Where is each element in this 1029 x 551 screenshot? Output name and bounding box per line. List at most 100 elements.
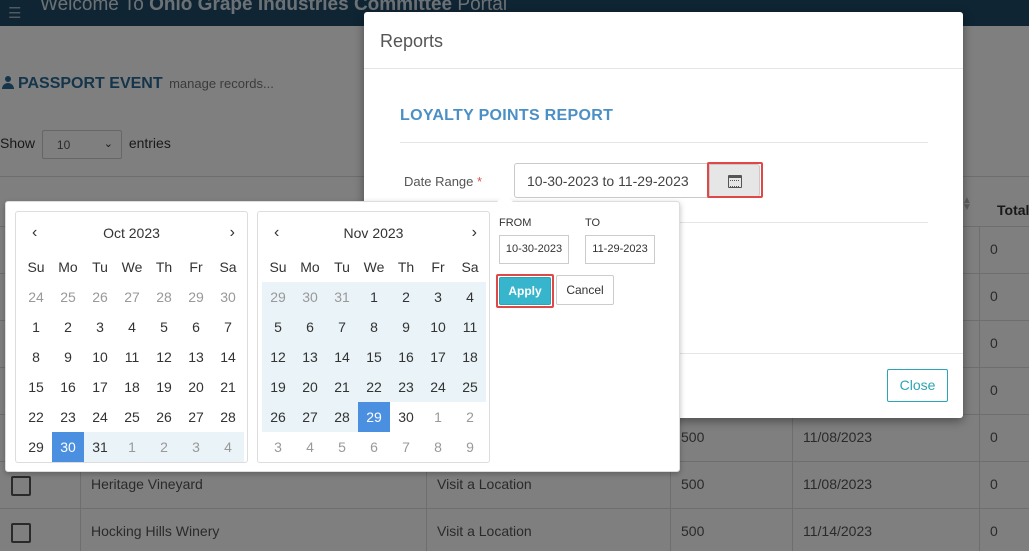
calendar-day[interactable]: 21 bbox=[212, 372, 244, 402]
calendar-day[interactable]: 25 bbox=[52, 282, 84, 312]
calendar-day[interactable]: 2 bbox=[52, 312, 84, 342]
calendar-day[interactable]: 26 bbox=[148, 402, 180, 432]
calendar-day[interactable]: 30 bbox=[52, 432, 84, 462]
calendar-day[interactable]: 28 bbox=[212, 402, 244, 432]
cancel-button[interactable]: Cancel bbox=[556, 275, 614, 305]
calendar-day[interactable]: 4 bbox=[294, 432, 326, 462]
to-date-input[interactable]: 11-29-2023 bbox=[585, 235, 655, 264]
calendar-day[interactable]: 25 bbox=[454, 372, 486, 402]
calendar-day[interactable]: 10 bbox=[84, 342, 116, 372]
next-month-icon[interactable]: › bbox=[472, 224, 477, 242]
calendar-day[interactable]: 13 bbox=[180, 342, 212, 372]
calendar-day[interactable]: 5 bbox=[262, 312, 294, 342]
close-button[interactable]: Close bbox=[887, 369, 948, 402]
calendar-day[interactable]: 30 bbox=[294, 282, 326, 312]
calendar-day[interactable]: 11 bbox=[116, 342, 148, 372]
calendar-day[interactable]: 13 bbox=[294, 342, 326, 372]
calendar-day[interactable]: 12 bbox=[148, 342, 180, 372]
calendar-day[interactable]: 19 bbox=[148, 372, 180, 402]
calendar-day[interactable]: 11 bbox=[454, 312, 486, 342]
calendar-day[interactable]: 25 bbox=[116, 402, 148, 432]
calendar-day[interactable]: 17 bbox=[422, 342, 454, 372]
calendar-day[interactable]: 1 bbox=[422, 402, 454, 432]
calendar-day[interactable]: 28 bbox=[148, 282, 180, 312]
calendar-day[interactable]: 10 bbox=[422, 312, 454, 342]
calendar-day[interactable]: 5 bbox=[148, 312, 180, 342]
calendar-day[interactable]: 29 bbox=[262, 282, 294, 312]
calendar-day[interactable]: 14 bbox=[212, 342, 244, 372]
calendar-day[interactable]: 4 bbox=[116, 312, 148, 342]
date-range-picker: ‹ Oct 2023 › Su Mo Tu We Th Fr Sa 24 25 26 27 28 29 3… bbox=[5, 194, 680, 472]
calendar-day[interactable]: 7 bbox=[326, 312, 358, 342]
calendar-day[interactable]: 1 bbox=[20, 312, 52, 342]
calendar-day[interactable]: 18 bbox=[454, 342, 486, 372]
weekday-label: Fr bbox=[431, 259, 445, 275]
calendar-day[interactable]: 18 bbox=[116, 372, 148, 402]
calendar-day[interactable]: 3 bbox=[180, 432, 212, 462]
calendar-day[interactable]: 20 bbox=[294, 372, 326, 402]
calendar-day[interactable]: 30 bbox=[390, 402, 422, 432]
calendar-day[interactable]: 14 bbox=[326, 342, 358, 372]
calendar-day[interactable]: 9 bbox=[390, 312, 422, 342]
calendar-day[interactable]: 9 bbox=[52, 342, 84, 372]
calendar-day[interactable]: 4 bbox=[212, 432, 244, 462]
weekday-label: Sa bbox=[461, 259, 479, 275]
calendar-day[interactable]: 24 bbox=[20, 282, 52, 312]
calendar-day[interactable]: 29 bbox=[358, 402, 390, 432]
calendar-day[interactable]: 7 bbox=[212, 312, 244, 342]
calendar-day[interactable]: 8 bbox=[422, 432, 454, 462]
calendar-day[interactable]: 15 bbox=[20, 372, 52, 402]
calendar-day[interactable]: 17 bbox=[84, 372, 116, 402]
calendar-day[interactable]: 6 bbox=[358, 432, 390, 462]
calendar-day[interactable]: 31 bbox=[326, 282, 358, 312]
calendar-day[interactable]: 26 bbox=[84, 282, 116, 312]
calendar-day[interactable]: 24 bbox=[422, 372, 454, 402]
calendar-right: ‹ Nov 2023 › Su Mo Tu We Th Fr Sa 29 30 31 1 2 3 4 5 6 7… bbox=[257, 211, 490, 463]
calendar-day[interactable]: 4 bbox=[454, 282, 486, 312]
calendar-day[interactable]: 3 bbox=[422, 282, 454, 312]
calendar-day[interactable]: 16 bbox=[52, 372, 84, 402]
calendar-day[interactable]: 31 bbox=[84, 432, 116, 462]
calendar-day[interactable]: 1 bbox=[358, 282, 390, 312]
calendar-day[interactable]: 29 bbox=[180, 282, 212, 312]
calendar-day[interactable]: 21 bbox=[326, 372, 358, 402]
calendar-day[interactable]: 3 bbox=[262, 432, 294, 462]
from-date-input[interactable]: 10-30-2023 bbox=[499, 235, 569, 264]
calendar-day[interactable]: 8 bbox=[20, 342, 52, 372]
calendar-day[interactable]: 12 bbox=[262, 342, 294, 372]
calendar-day[interactable]: 2 bbox=[390, 282, 422, 312]
calendar-day[interactable]: 28 bbox=[326, 402, 358, 432]
calendar-day[interactable]: 15 bbox=[358, 342, 390, 372]
calendar-day[interactable]: 23 bbox=[390, 372, 422, 402]
calendar-day[interactable]: 5 bbox=[326, 432, 358, 462]
calendar-day[interactable]: 9 bbox=[454, 432, 486, 462]
calendar-day[interactable]: 16 bbox=[390, 342, 422, 372]
calendar-day[interactable]: 3 bbox=[84, 312, 116, 342]
calendar-day[interactable]: 7 bbox=[390, 432, 422, 462]
calendar-day[interactable]: 2 bbox=[454, 402, 486, 432]
modal-title: Reports bbox=[380, 31, 444, 51]
calendar-day[interactable]: 27 bbox=[294, 402, 326, 432]
calendar-day[interactable]: 22 bbox=[358, 372, 390, 402]
month-label: Nov 2023 bbox=[343, 225, 404, 241]
calendar-day[interactable]: 6 bbox=[180, 312, 212, 342]
calendar-day[interactable]: 22 bbox=[20, 402, 52, 432]
calendar-day[interactable]: 20 bbox=[180, 372, 212, 402]
divider bbox=[400, 142, 928, 143]
calendar-day[interactable]: 27 bbox=[180, 402, 212, 432]
calendar-day[interactable]: 2 bbox=[148, 432, 180, 462]
calendar-day[interactable]: 23 bbox=[52, 402, 84, 432]
calendar-day[interactable]: 6 bbox=[294, 312, 326, 342]
calendar-header: ‹ Oct 2023 › bbox=[16, 224, 247, 244]
calendar-day[interactable]: 29 bbox=[20, 432, 52, 462]
calendar-day[interactable]: 8 bbox=[358, 312, 390, 342]
calendar-day[interactable]: 30 bbox=[212, 282, 244, 312]
calendar-day[interactable]: 26 bbox=[262, 402, 294, 432]
next-month-icon[interactable]: › bbox=[230, 224, 235, 242]
calendar-left: ‹ Oct 2023 › Su Mo Tu We Th Fr Sa 24 25 26 27 28 29 3… bbox=[15, 211, 248, 463]
calendar-day[interactable]: 1 bbox=[116, 432, 148, 462]
calendar-day[interactable]: 19 bbox=[262, 372, 294, 402]
calendar-day[interactable]: 24 bbox=[84, 402, 116, 432]
calendar-day[interactable]: 27 bbox=[116, 282, 148, 312]
date-range-input[interactable]: 10-30-2023 to 11-29-2023 bbox=[514, 163, 711, 198]
